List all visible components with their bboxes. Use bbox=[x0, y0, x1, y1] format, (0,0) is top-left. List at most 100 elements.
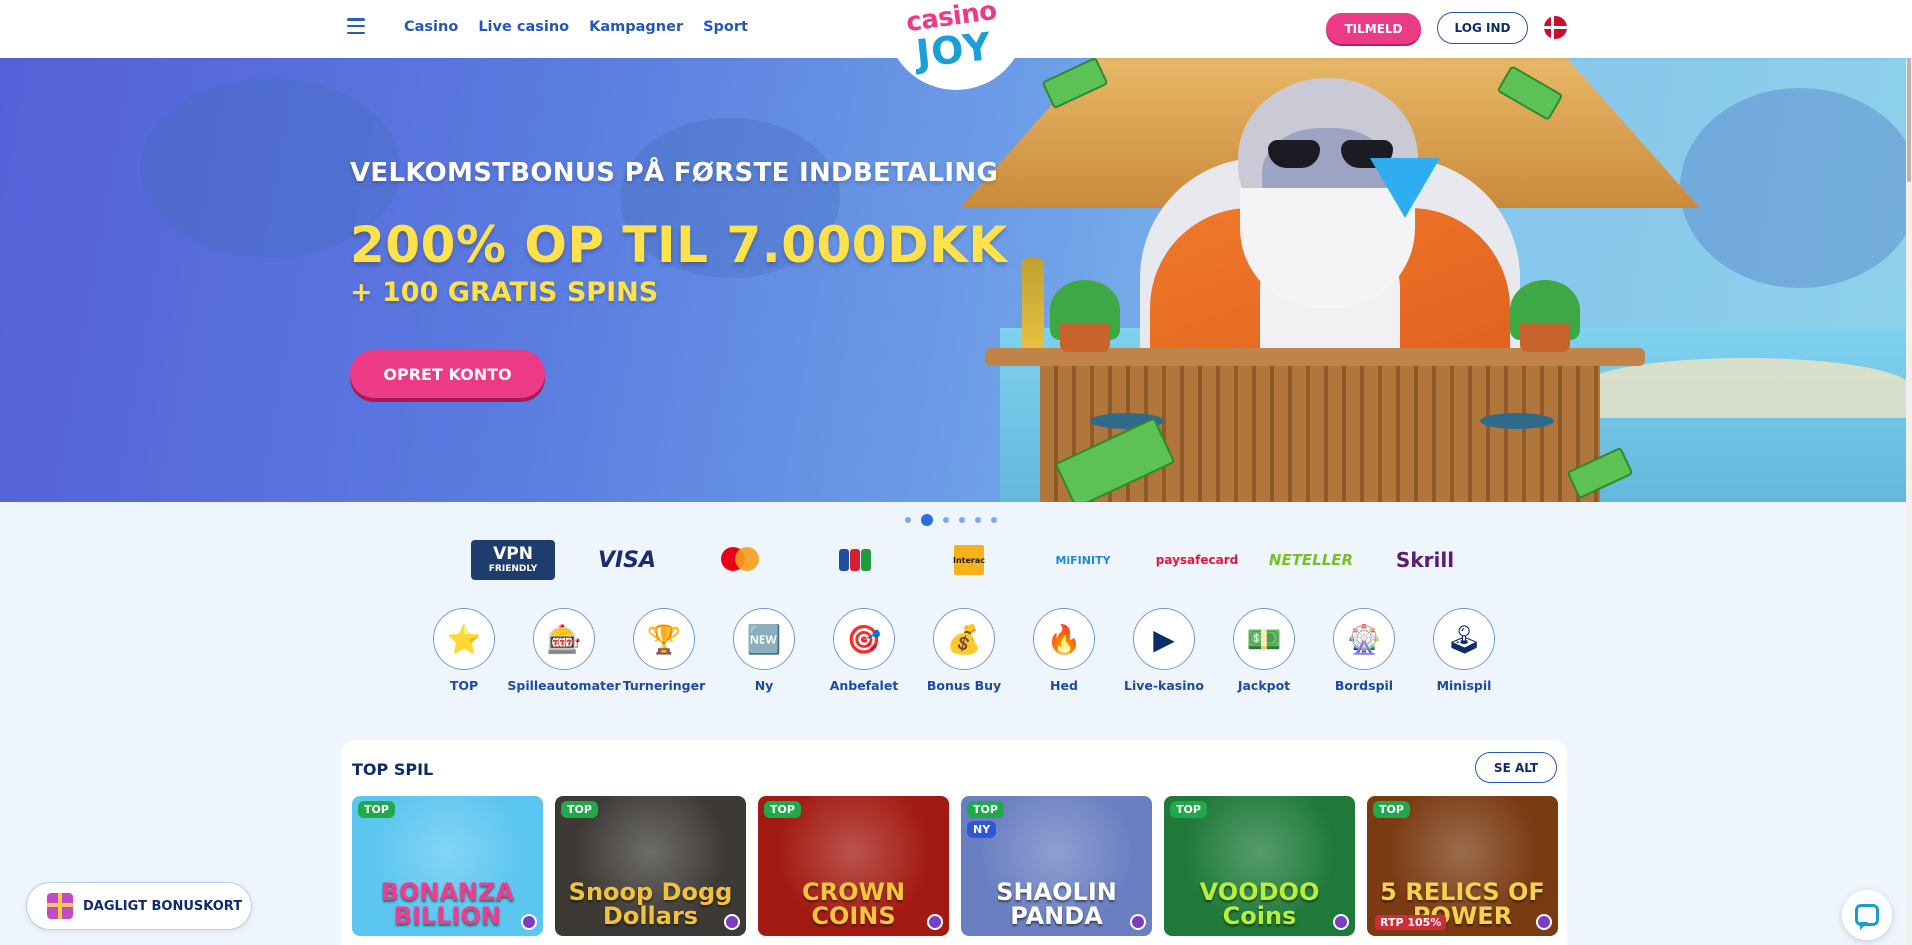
payment-visa: VISA bbox=[597, 547, 657, 573]
signup-button[interactable]: TILMELD bbox=[1326, 13, 1421, 44]
payment-vpn-friendly: VPN FRIENDLY bbox=[456, 540, 570, 580]
gem-icon bbox=[1333, 914, 1349, 930]
payment-methods: VPN FRIENDLY VISA Interac MiFINITY paysaf… bbox=[456, 540, 1482, 580]
vpn-label: VPN bbox=[493, 544, 533, 564]
top-badge: TOP bbox=[358, 801, 395, 818]
top-badge: TOP bbox=[1373, 801, 1410, 818]
category-ny[interactable]: 🆕 Ny bbox=[714, 608, 814, 693]
palm-silhouette bbox=[1680, 88, 1912, 288]
hero-headline: 200% OP TIL 7.000DKK bbox=[350, 216, 1008, 274]
carousel-dot[interactable] bbox=[975, 517, 981, 523]
game-tile[interactable]: TOP VOODOO Coins bbox=[1164, 796, 1355, 936]
danish-flag-icon[interactable] bbox=[1544, 16, 1567, 39]
jcb-icon bbox=[839, 549, 871, 571]
game-title: VOODOO Coins bbox=[1199, 878, 1320, 930]
win-icon: 🎯 bbox=[833, 608, 895, 670]
game-tile[interactable]: TOP Snoop Dogg Dollars bbox=[555, 796, 746, 936]
carousel-dot[interactable] bbox=[991, 517, 997, 523]
nav-casino[interactable]: Casino bbox=[404, 19, 458, 35]
game-tile[interactable]: TOP CROWN COINS bbox=[758, 796, 949, 936]
category-label: Hed bbox=[1050, 678, 1078, 693]
roulette-icon: 🎡 bbox=[1333, 608, 1395, 670]
gem-icon bbox=[521, 914, 537, 930]
gem-icon bbox=[1536, 914, 1552, 930]
top-badge: TOP bbox=[764, 801, 801, 818]
category-label: Turneringer bbox=[622, 678, 706, 693]
gem-icon bbox=[927, 914, 943, 930]
star-icon: ⭐ bbox=[433, 608, 495, 670]
casino-joy-logo[interactable]: casino JOY bbox=[876, 0, 1036, 90]
top-badge: TOP bbox=[967, 801, 1004, 818]
gem-icon bbox=[724, 914, 740, 930]
game-title: SHAOLIN PANDA bbox=[996, 878, 1117, 930]
top-games-title: TOP SPIL bbox=[352, 760, 434, 779]
bottle-icon bbox=[1022, 258, 1044, 348]
nav-sport[interactable]: Sport bbox=[703, 19, 748, 35]
hero-banner[interactable]: VELKOMSTBONUS PÅ FØRSTE INDBETALING 200%… bbox=[0, 58, 1912, 502]
play-icon: ▶ bbox=[1133, 608, 1195, 670]
category-turneringer[interactable]: 🏆 Turneringer bbox=[614, 608, 714, 693]
hero-subtitle: VELKOMSTBONUS PÅ FØRSTE INDBETALING bbox=[350, 158, 999, 188]
chat-icon bbox=[1855, 904, 1879, 926]
game-tile[interactable]: TOP BONANZA BILLION bbox=[352, 796, 543, 936]
plant-pot bbox=[1520, 324, 1570, 352]
carousel-dots bbox=[905, 514, 997, 526]
chest-icon: 💰 bbox=[933, 608, 995, 670]
category-anbefalet[interactable]: 🎯 Anbefalet bbox=[814, 608, 914, 693]
top-games-panel: TOP SPIL SE ALT TOP BONANZA BILLION TOP Sno… bbox=[341, 740, 1567, 945]
slot-icon: 🎰 bbox=[533, 608, 595, 670]
hero-spins-text: + 100 GRATIS SPINS bbox=[350, 277, 659, 308]
payment-mastercard bbox=[684, 540, 798, 580]
payment-skrill: Skrill bbox=[1395, 548, 1455, 572]
category-top[interactable]: ⭐ TOP bbox=[414, 608, 514, 693]
fire-icon: 🔥 bbox=[1033, 608, 1095, 670]
rtp-badge: RTP 105% bbox=[1375, 915, 1447, 930]
payment-neteller: NETELLER bbox=[1268, 551, 1354, 569]
new-calendar-icon: 🆕 bbox=[733, 608, 795, 670]
category-jackpot[interactable]: 💵 Jackpot bbox=[1214, 608, 1314, 693]
money-icon: 💵 bbox=[1233, 608, 1295, 670]
category-live-kasino[interactable]: ▶ Live-kasino bbox=[1114, 608, 1214, 693]
login-button[interactable]: LOG IND bbox=[1437, 12, 1528, 44]
beach-sand bbox=[1580, 358, 1912, 418]
carousel-dot[interactable] bbox=[921, 514, 933, 526]
category-label: Ny bbox=[754, 678, 774, 693]
category-label: Bonus Buy bbox=[926, 678, 1002, 693]
games-row: TOP BONANZA BILLION TOP Snoop Dogg Dollars T… bbox=[352, 796, 1558, 936]
carousel-dot[interactable] bbox=[943, 517, 949, 523]
carousel-dot[interactable] bbox=[905, 517, 911, 523]
plant-pot bbox=[1060, 324, 1110, 352]
see-all-button[interactable]: SE ALT bbox=[1475, 752, 1557, 783]
daily-bonus-card-button[interactable]: DAGLIGT BONUSKORT bbox=[26, 882, 252, 930]
category-label: TOP bbox=[449, 678, 479, 693]
game-tile[interactable]: TOP 5 RELICS OF POWER RTP 105% bbox=[1367, 796, 1558, 936]
category-bar: ⭐ TOP 🎰 Spilleautomater 🏆 Turneringer 🆕 Ny 🎯 Anbe… bbox=[414, 608, 1514, 693]
game-tile[interactable]: TOP NY SHAOLIN PANDA bbox=[961, 796, 1152, 936]
nav-live-casino[interactable]: Live casino bbox=[478, 19, 569, 35]
category-label: Live-kasino bbox=[1123, 678, 1205, 693]
live-chat-button[interactable] bbox=[1842, 890, 1892, 940]
nav-kampagner[interactable]: Kampagner bbox=[589, 19, 683, 35]
sunglasses-icon bbox=[1268, 140, 1393, 170]
carousel-dot[interactable] bbox=[959, 517, 965, 523]
game-title: CROWN COINS bbox=[801, 878, 906, 930]
logo-joy-text: JOY bbox=[913, 24, 994, 76]
category-minispil[interactable]: 🕹 Minispil bbox=[1414, 608, 1514, 693]
category-bordspil[interactable]: 🎡 Bordspil bbox=[1314, 608, 1414, 693]
category-hed[interactable]: 🔥 Hed bbox=[1014, 608, 1114, 693]
mastercard-icon bbox=[721, 547, 761, 573]
create-account-button[interactable]: OPRET KONTO bbox=[350, 350, 545, 398]
trophy-icon: 🏆 bbox=[633, 608, 695, 670]
menu-icon[interactable] bbox=[347, 18, 365, 34]
category-label: Minispil bbox=[1436, 678, 1492, 693]
category-label: Bordspil bbox=[1334, 678, 1394, 693]
bar-stool bbox=[1480, 413, 1554, 429]
daily-bonus-label: DAGLIGT BONUSKORT bbox=[83, 898, 243, 914]
category-spilleautomater[interactable]: 🎰 Spilleautomater bbox=[507, 608, 621, 693]
payment-paysafecard: paysafecard bbox=[1155, 553, 1239, 567]
payment-mifinity: MiFINITY bbox=[1055, 553, 1111, 567]
vpn-sublabel: FRIENDLY bbox=[488, 564, 538, 574]
category-label: Spilleautomater bbox=[507, 678, 621, 693]
category-bonus-buy[interactable]: 💰 Bonus Buy bbox=[914, 608, 1014, 693]
payment-interac: Interac bbox=[912, 540, 1026, 580]
